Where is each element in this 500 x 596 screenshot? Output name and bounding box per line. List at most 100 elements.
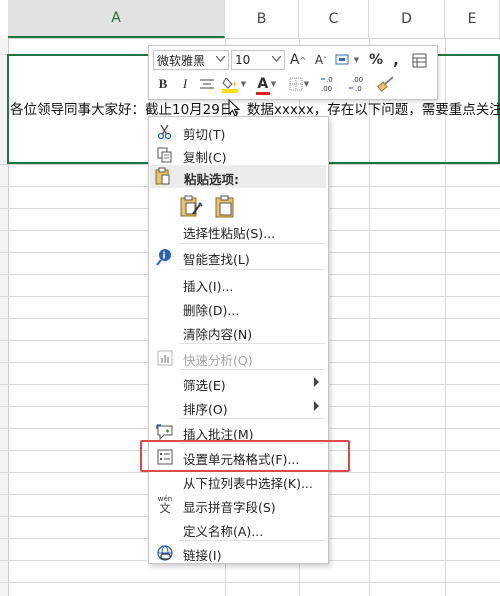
- menu-separator: [179, 243, 325, 244]
- fill-color-button[interactable]: ▼: [221, 74, 247, 94]
- comma-style-button[interactable]: ,: [389, 50, 403, 70]
- column-header-d[interactable]: D: [369, 0, 445, 38]
- format-painter-table-button[interactable]: [409, 50, 429, 70]
- copy-icon: [155, 145, 175, 164]
- menu-item-paste-special[interactable]: 选择性粘贴(S)...: [149, 219, 326, 242]
- menu-item-show-phonetic[interactable]: wén 文 显示拼音字段(S): [149, 493, 326, 516]
- paste-options-label: 粘贴选项:: [184, 172, 239, 187]
- menu-item-insert[interactable]: 插入(I)...: [149, 272, 326, 295]
- font-name-value: 微软雅黑: [157, 53, 206, 68]
- menu-item-cut[interactable]: 剪切(T): [149, 120, 326, 143]
- font-color-bar: [255, 92, 270, 95]
- menu-item-sort[interactable]: 排序(O): [149, 395, 326, 418]
- column-header-c[interactable]: C: [299, 0, 369, 38]
- menu-item-label: 定义名称(A)...: [183, 524, 264, 539]
- paste-button[interactable]: [177, 192, 205, 220]
- mouse-cursor-icon: [228, 99, 240, 117]
- grow-font-button[interactable]: A ^: [289, 50, 307, 70]
- table-format-icon: [412, 53, 426, 67]
- smart-lookup-icon: i: [155, 247, 175, 266]
- font-name-dropdown[interactable]: 微软雅黑: [153, 50, 229, 70]
- paste-values-button[interactable]: [211, 192, 239, 220]
- font-size-value: 10: [235, 53, 251, 67]
- chevron-down-icon: ▼: [353, 56, 360, 64]
- grow-font-label: A: [289, 52, 300, 68]
- menu-separator: [179, 269, 325, 270]
- column-header-a[interactable]: A: [8, 0, 225, 38]
- phonetic-icon-char: 文: [159, 501, 171, 515]
- menu-item-pick-from-dropdown[interactable]: 从下拉列表中选择(K)...: [149, 469, 326, 492]
- paste-icon: [215, 195, 234, 218]
- decrease-decimal-icon: .00 .0: [349, 76, 363, 93]
- caret-up-icon: ^: [299, 55, 307, 65]
- font-color-icon: A: [255, 76, 270, 95]
- phonetic-icon: wén 文: [155, 495, 175, 514]
- menu-item-label: 快速分析(Q): [183, 353, 253, 368]
- menu-item-delete[interactable]: 删除(D)...: [149, 296, 326, 319]
- svg-text:.0: .0: [355, 85, 362, 93]
- column-header-e[interactable]: E: [445, 0, 500, 38]
- submenu-arrow-icon: [314, 377, 319, 387]
- chevron-down-icon: ▼: [240, 80, 247, 88]
- menu-item-label: 从下拉列表中选择(K)...: [183, 476, 313, 491]
- menu-item-label: 复制(C): [183, 150, 227, 165]
- menu-separator: [179, 369, 325, 370]
- paste-options-header: 粘贴选项:: [150, 165, 326, 188]
- chevron-down-icon: ▼: [270, 80, 277, 88]
- shrink-font-label: A: [314, 53, 324, 67]
- context-menu: 剪切(T) 复制(C) 粘贴选项: 选择性粘贴(S)... i 智能查找(L) …: [148, 116, 329, 564]
- borders-icon: [289, 77, 303, 91]
- paste-formatting-icon: [180, 195, 203, 217]
- cell-content: 各位领导同事大家好：截止10月29日，数据xxxxx，存在以下问题，需要重点关注…: [10, 102, 500, 118]
- paint-bucket-icon: [221, 77, 238, 93]
- column-header-bar: A B C D E: [0, 0, 500, 39]
- shrink-font-button[interactable]: Aˇ: [312, 50, 330, 70]
- align-center-button[interactable]: [197, 74, 217, 94]
- chevron-down-icon: ▼: [303, 80, 310, 88]
- menu-item-label: 插入(I)...: [183, 279, 234, 294]
- menu-separator: [179, 343, 325, 344]
- font-color-button[interactable]: A ▼: [253, 74, 279, 95]
- menu-item-copy[interactable]: 复制(C): [149, 143, 326, 166]
- italic-button[interactable]: I: [177, 74, 193, 94]
- decrease-decimal-button[interactable]: .00 .0: [347, 74, 371, 94]
- menu-item-label: 筛选(E): [183, 378, 226, 393]
- menu-item-smart-lookup[interactable]: i 智能查找(L): [149, 245, 326, 268]
- menu-item-filter[interactable]: 筛选(E): [149, 371, 326, 394]
- increase-decimal-button[interactable]: .0 .00: [319, 74, 343, 94]
- svg-text:.00: .00: [352, 76, 363, 84]
- align-center-icon: [200, 79, 214, 89]
- mini-toolbar: 微软雅黑 10 A ^ Aˇ ▼ % , B I ▼ A ▼ ▼ .0 .00 …: [148, 45, 438, 100]
- chevron-down-icon: [272, 56, 281, 62]
- menu-item-label: 链接(I): [183, 548, 222, 563]
- paintbrush-icon: [377, 76, 394, 92]
- menu-item-label: 显示拼音字段(S): [183, 500, 276, 515]
- paste-options-row: [177, 192, 239, 222]
- percent-style-button[interactable]: %: [367, 50, 385, 70]
- menu-item-clear-contents[interactable]: 清除内容(N): [149, 320, 326, 343]
- menu-item-label: 清除内容(N): [183, 327, 253, 342]
- svg-text:i: i: [163, 251, 166, 261]
- font-size-dropdown[interactable]: 10: [231, 50, 285, 70]
- menu-item-define-name[interactable]: 定义名称(A)...: [149, 517, 326, 540]
- caret-down-icon: ˇ: [323, 55, 328, 65]
- column-header-b[interactable]: B: [225, 0, 299, 38]
- menu-item-label: 剪切(T): [183, 127, 226, 142]
- svg-text:.00: .00: [321, 85, 332, 93]
- menu-item-label: 智能查找(L): [183, 252, 250, 267]
- borders-button[interactable]: ▼: [287, 74, 311, 94]
- number-format-icon: [335, 54, 349, 65]
- menu-item-link[interactable]: 链接(I): [149, 541, 326, 564]
- svg-text:.0: .0: [326, 76, 333, 84]
- menu-item-label: 排序(O): [183, 402, 228, 417]
- menu-item-label: 选择性粘贴(S)...: [183, 226, 276, 241]
- menu-item-label: 删除(D)...: [183, 303, 240, 318]
- clipboard-icon: [155, 167, 171, 188]
- chevron-down-icon: [216, 56, 225, 62]
- format-painter-button[interactable]: [375, 74, 397, 94]
- grid-line: [0, 582, 500, 583]
- bold-button[interactable]: B: [155, 74, 171, 94]
- comment-icon: [155, 422, 175, 441]
- quick-analysis-icon: [155, 348, 175, 367]
- number-format-button[interactable]: ▼: [334, 50, 360, 70]
